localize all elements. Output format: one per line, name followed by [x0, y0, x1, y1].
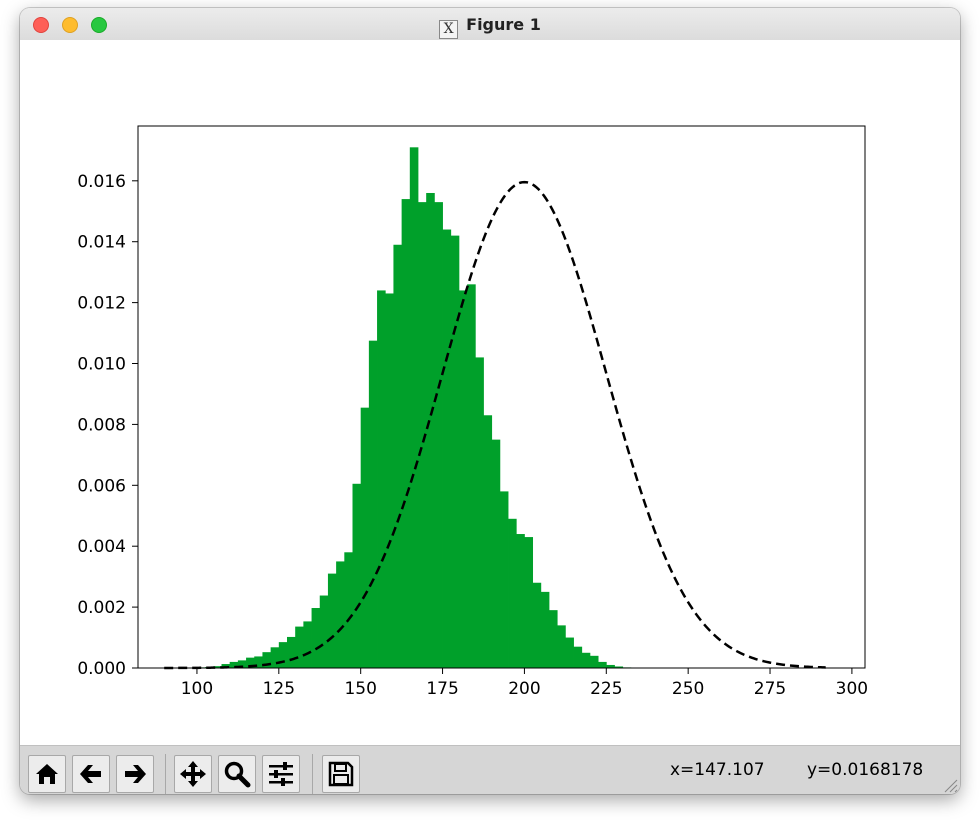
histogram-bar: [598, 661, 607, 668]
y-tick-label: 0.000: [77, 659, 126, 679]
histogram-bar: [434, 202, 443, 668]
x-tick-label: 150: [344, 679, 376, 699]
home-icon: [36, 764, 58, 784]
y-tick-label: 0.004: [77, 537, 126, 557]
toolbar-separator: [312, 754, 313, 794]
x-tick-label: 300: [836, 679, 868, 699]
histogram-bar: [360, 407, 370, 668]
x-tick-label: 100: [181, 679, 213, 699]
histogram-bar: [393, 244, 403, 668]
back-button[interactable]: [72, 755, 110, 793]
y-tick-label: 0.016: [77, 172, 126, 192]
y-tick-label: 0.014: [77, 233, 126, 253]
y-tick-label: 0.012: [77, 294, 126, 314]
y-coordinate-readout: y=0.0168178: [807, 760, 924, 780]
move-icon: [180, 761, 206, 787]
arrow-left-icon: [80, 765, 101, 783]
zoom-button[interactable]: [218, 755, 256, 793]
histogram-bar: [458, 290, 468, 668]
x-tick-label: 175: [426, 679, 458, 699]
histogram-bar: [295, 626, 304, 668]
configure-subplots-button[interactable]: [262, 755, 300, 793]
histogram-bar: [581, 652, 591, 668]
histogram-bar: [589, 655, 599, 668]
histogram-bar: [270, 647, 280, 668]
histogram-bar: [467, 284, 476, 668]
toolbar-separator: [165, 754, 166, 794]
y-tick-label: 0.002: [77, 598, 126, 618]
arrow-right-icon: [125, 765, 146, 783]
histogram-bar: [278, 642, 288, 668]
floppy-disk-icon: [328, 761, 354, 787]
histogram-bar: [377, 290, 386, 668]
x11-app-icon: X: [439, 20, 459, 39]
histogram-bar: [524, 537, 534, 668]
histogram-bar: [287, 636, 296, 668]
x-coordinate-readout: x=147.107: [670, 760, 765, 780]
home-button[interactable]: [28, 755, 66, 793]
histogram-bar: [426, 192, 435, 668]
histogram-bar: [336, 561, 345, 668]
histogram-bar: [532, 582, 542, 668]
histogram-bar: [565, 637, 574, 668]
histogram-bar: [516, 534, 525, 668]
histogram-bar: [319, 595, 329, 668]
y-tick-label: 0.006: [77, 476, 126, 496]
histogram-bar: [327, 573, 337, 668]
histogram-bar: [352, 483, 362, 668]
x-tick-label: 250: [672, 679, 704, 699]
x-tick-label: 200: [508, 679, 540, 699]
y-tick-label: 0.010: [77, 355, 126, 375]
histogram-bar: [401, 199, 411, 668]
histogram-bar: [409, 147, 419, 669]
y-tick-label: 0.008: [77, 415, 126, 435]
histogram-bar: [311, 608, 321, 668]
histogram-bar: [344, 552, 353, 668]
save-button[interactable]: [322, 755, 360, 793]
histogram-bar: [540, 591, 550, 668]
x-tick-label: 275: [754, 679, 786, 699]
histogram-bar: [499, 491, 509, 668]
histogram-bar: [303, 621, 312, 668]
histogram-bar: [491, 439, 501, 668]
pan-button[interactable]: [174, 755, 212, 793]
window-title-area: X Figure 1: [20, 15, 960, 39]
figure-window: X Figure 1 100 125 150 175 200 225 250 275 300 0.…: [20, 8, 960, 794]
navigation-toolbar: x=147.107 y=0.0168178: [20, 745, 960, 794]
resize-grip-icon[interactable]: [940, 775, 958, 793]
window-title: Figure 1: [466, 15, 541, 34]
histogram-bar: [385, 293, 394, 668]
forward-button[interactable]: [116, 755, 154, 793]
histogram-chart[interactable]: 100 125 150 175 200 225 250 275 300 0.000 0.002 0.…: [20, 40, 960, 745]
histogram-bar: [368, 340, 378, 668]
histogram-bar: [573, 646, 583, 668]
histogram-bar: [442, 229, 452, 669]
x-tick-label: 225: [590, 679, 622, 699]
histogram-bar: [548, 610, 558, 668]
histogram-bar: [508, 518, 517, 668]
histogram-bar: [483, 415, 493, 668]
sliders-icon: [269, 762, 293, 786]
title-bar: X Figure 1: [20, 8, 960, 41]
histogram-bar: [450, 235, 460, 668]
histogram-bar: [475, 357, 484, 668]
histogram-bar: [557, 625, 566, 668]
magnifier-icon: [224, 761, 251, 788]
x-tick-label: 125: [263, 679, 295, 699]
